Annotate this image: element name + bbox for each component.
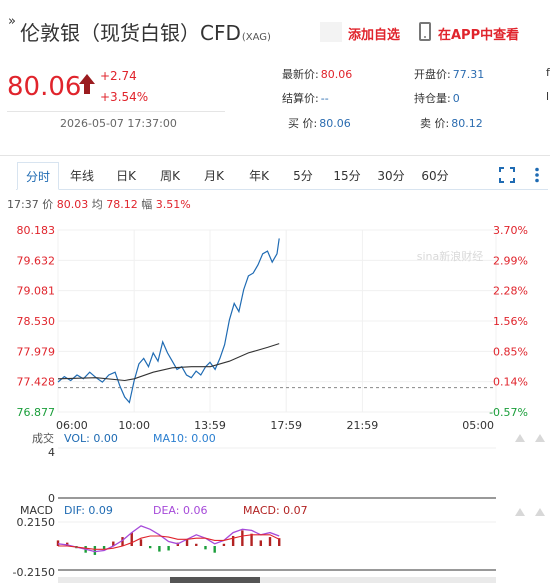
intraday-chart[interactable]: sina新浪财经 80.183 79.632 79.081 78.530 77.979 7… [0, 0, 550, 583]
time-tick-label: 13:59 [194, 419, 226, 432]
range-scroller[interactable] [58, 577, 496, 583]
percent-tick-label: 2.28% [493, 285, 528, 298]
volume-ytop: 4 [48, 446, 55, 459]
time-tick-label: 10:00 [118, 419, 150, 432]
percent-tick-label: 1.56% [493, 315, 528, 328]
volume-scroll-up-icon[interactable] [515, 434, 525, 442]
macd-ytop: 0.2150 [17, 516, 56, 529]
page-root: » 伦敦银（现货白银）CFD(XAG) 添加自选 在APP中查看 80.06 +… [0, 0, 550, 583]
price-tick-label: 77.979 [17, 345, 56, 358]
time-tick-label: 21:59 [347, 419, 379, 432]
price-tick-label: 79.632 [17, 254, 56, 267]
price-tick-label: 80.183 [17, 224, 56, 237]
price-tick-label: 79.081 [17, 285, 56, 298]
macd-value: MACD: 0.07 [243, 504, 308, 517]
range-scroller-handle[interactable] [170, 577, 260, 583]
price-tick-label: 78.530 [17, 315, 56, 328]
dea-value: DEA: 0.06 [153, 504, 207, 517]
ma10-value: MA10: 0.00 [153, 432, 216, 445]
price-axis-labels: 80.183 79.632 79.081 78.530 77.979 77.428 76.8… [17, 224, 56, 419]
time-tick-label: 05:00 [462, 419, 494, 432]
price-tick-label: 77.428 [17, 376, 56, 389]
macd-scroll-up-icon[interactable] [515, 508, 525, 516]
macd-ybottom: -0.2150 [13, 566, 55, 579]
volume-value: VOL: 0.00 [64, 432, 118, 445]
time-axis-labels: 06:00 10:00 13:59 17:59 21:59 05:00 [56, 419, 494, 432]
percent-tick-label: 0.85% [493, 345, 528, 358]
time-tick-label: 17:59 [270, 419, 302, 432]
percent-tick-label: -0.57% [489, 406, 528, 419]
volume-scroll-up2-icon[interactable] [535, 434, 545, 442]
macd-panel: MACD DIF: 0.09 DEA: 0.06 MACD: 0.070.2150-0… [13, 504, 496, 583]
time-tick-label: 06:00 [56, 419, 88, 432]
dif-value: DIF: 0.09 [64, 504, 113, 517]
percent-tick-label: 3.70% [493, 224, 528, 237]
volume-title: 成交 [32, 431, 54, 445]
percent-axis-labels: 3.70% 2.99% 2.28% 1.56% 0.85% 0.14% -0.57% [489, 224, 528, 419]
watermark: sina新浪财经 [417, 249, 484, 263]
price-tick-label: 76.877 [17, 406, 56, 419]
macd-scroll-up2-icon[interactable] [535, 508, 545, 516]
average-line [57, 343, 280, 382]
price-lines [57, 238, 280, 404]
percent-tick-label: 2.99% [493, 254, 528, 267]
percent-tick-label: 0.14% [493, 376, 528, 389]
